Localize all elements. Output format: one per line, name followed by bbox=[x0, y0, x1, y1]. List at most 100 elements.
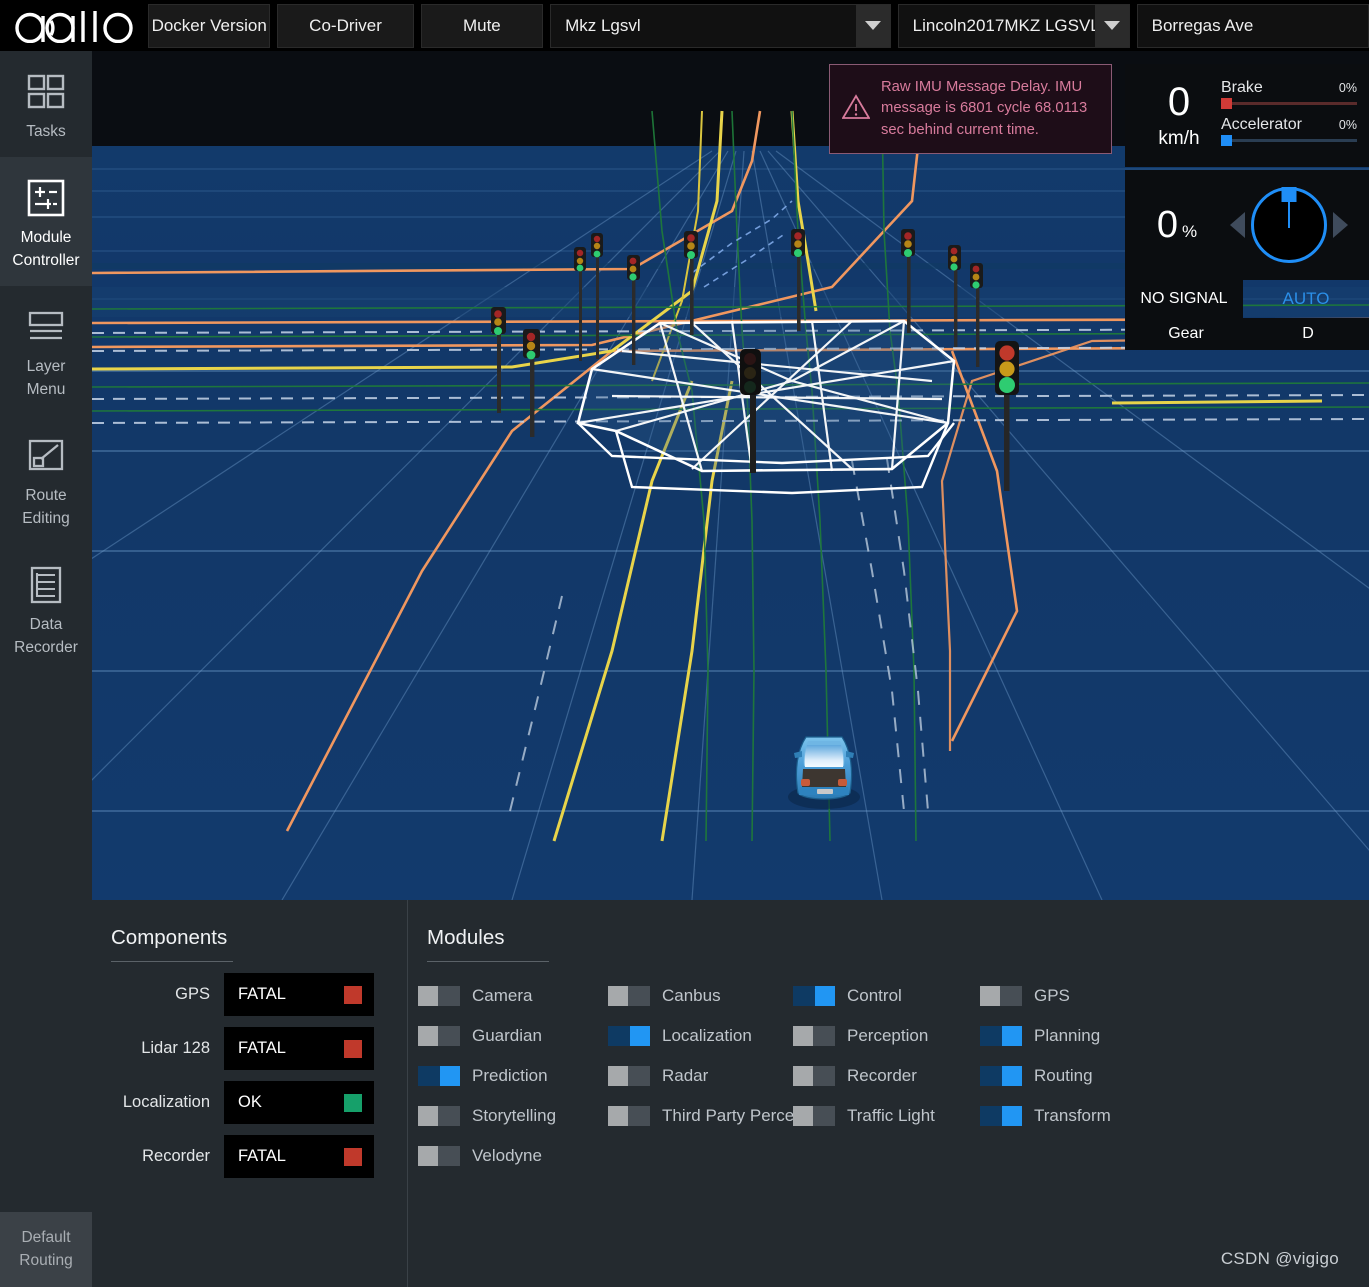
module-toggle-guardian[interactable]: Guardian bbox=[418, 1026, 608, 1046]
accelerator-knob bbox=[1221, 134, 1232, 146]
toggle-switch-icon[interactable] bbox=[793, 986, 835, 1006]
module-toggle-storytelling[interactable]: Storytelling bbox=[418, 1106, 608, 1126]
module-toggle-canbus[interactable]: Canbus bbox=[608, 986, 793, 1006]
module-toggle-camera[interactable]: Camera bbox=[418, 986, 608, 1006]
driving-mode-status: AUTO bbox=[1282, 289, 1330, 308]
toggle-switch-icon[interactable] bbox=[980, 1066, 1022, 1086]
toggle-switch-icon[interactable] bbox=[980, 1106, 1022, 1126]
component-row: Localization OK bbox=[92, 1081, 407, 1124]
module-label: Planning bbox=[1034, 1026, 1101, 1045]
module-label: Velodyne bbox=[472, 1146, 542, 1165]
toggle-switch-icon[interactable] bbox=[418, 1106, 460, 1126]
chevron-down-icon[interactable] bbox=[1094, 4, 1129, 47]
sidebar-item-route-editing[interactable]: Route Editing bbox=[0, 415, 92, 544]
toggle-switch-icon[interactable] bbox=[793, 1106, 835, 1126]
toggle-track bbox=[438, 986, 460, 1006]
module-label: Control bbox=[847, 986, 902, 1005]
route-icon bbox=[24, 433, 68, 479]
toggle-switch-icon[interactable] bbox=[980, 986, 1022, 1006]
chevron-down-icon[interactable] bbox=[855, 4, 890, 47]
toggle-track bbox=[628, 1106, 650, 1126]
sidebar-item-data-recorder[interactable]: Data Recorder bbox=[0, 544, 92, 673]
toggle-switch-icon[interactable] bbox=[608, 1066, 650, 1086]
toggle-knob bbox=[440, 1066, 460, 1086]
map-select[interactable]: Mkz Lgsvl bbox=[550, 3, 891, 48]
module-label: Localization bbox=[662, 1026, 752, 1045]
module-toggle-planning[interactable]: Planning bbox=[980, 1026, 1100, 1046]
toggle-switch-icon[interactable] bbox=[980, 1026, 1022, 1046]
toggle-switch-icon[interactable] bbox=[418, 1026, 460, 1046]
module-toggle-recorder[interactable]: Recorder bbox=[793, 1066, 980, 1086]
toggle-switch-icon[interactable] bbox=[793, 1026, 835, 1046]
mute-button[interactable]: Mute bbox=[420, 3, 544, 48]
module-toggle-traffic-light[interactable]: Traffic Light bbox=[793, 1106, 980, 1126]
module-label: Traffic Light bbox=[847, 1106, 935, 1125]
module-toggle-routing[interactable]: Routing bbox=[980, 1066, 1093, 1086]
sidebar: Tasks Module Controller Layer Menu Route… bbox=[0, 51, 92, 1287]
toggle-knob bbox=[608, 1066, 628, 1086]
default-routing-button[interactable]: Default Routing bbox=[0, 1212, 92, 1287]
toggle-track bbox=[418, 1066, 440, 1086]
toggle-track bbox=[628, 1066, 650, 1086]
toggle-switch-icon[interactable] bbox=[418, 1146, 460, 1166]
status-indicator bbox=[344, 1147, 362, 1166]
gear-label: Gear bbox=[1168, 325, 1204, 342]
toggle-knob bbox=[418, 1106, 438, 1126]
brake-row: Brake 0% bbox=[1221, 79, 1357, 97]
scene-viewport[interactable]: Raw IMU Message Delay. IMU message is 68… bbox=[92, 51, 1369, 900]
toggle-switch-icon[interactable] bbox=[608, 986, 650, 1006]
module-toggle-prediction[interactable]: Prediction bbox=[418, 1066, 608, 1086]
status-indicator bbox=[344, 985, 362, 1004]
steering-wheel-icon bbox=[1251, 187, 1327, 263]
toggle-switch-icon[interactable] bbox=[418, 986, 460, 1006]
toggle-knob bbox=[1002, 1026, 1022, 1046]
module-toggle-radar[interactable]: Radar bbox=[608, 1066, 793, 1086]
toggle-track bbox=[813, 1066, 835, 1086]
toggle-switch-icon[interactable] bbox=[418, 1066, 460, 1086]
component-status-badge: FATAL bbox=[224, 1027, 374, 1070]
layers-icon bbox=[24, 304, 68, 350]
sidebar-item-module-controller[interactable]: Module Controller bbox=[0, 157, 92, 287]
module-label: Canbus bbox=[662, 986, 721, 1005]
speed-readout: 0 km/h bbox=[1137, 82, 1221, 150]
co-driver-button[interactable]: Co-Driver bbox=[277, 3, 414, 48]
vehicle-select-value: Lincoln2017MKZ LGSVL bbox=[912, 15, 1095, 35]
module-toggle-gps[interactable]: GPS bbox=[980, 986, 1070, 1006]
toggle-switch-icon[interactable] bbox=[608, 1026, 650, 1046]
module-label: Storytelling bbox=[472, 1106, 557, 1125]
components-title: Components bbox=[111, 926, 228, 949]
module-toggle-localization[interactable]: Localization bbox=[608, 1026, 793, 1046]
gear-row: Gear D bbox=[1125, 318, 1369, 350]
module-toggle-transform[interactable]: Transform bbox=[980, 1106, 1111, 1126]
steering-readout: 0% bbox=[1135, 204, 1219, 247]
modules-row: Camera Canbus Control GPS bbox=[418, 976, 1369, 1016]
module-toggle-third-party-perception[interactable]: Third Party Perception bbox=[608, 1106, 831, 1126]
modules-title: Modules bbox=[427, 926, 505, 949]
module-label: Radar bbox=[662, 1066, 709, 1085]
module-toggle-velodyne[interactable]: Velodyne bbox=[418, 1146, 542, 1166]
apollo-dreamview-app: Docker Version Co-Driver Mute Mkz Lgsvl … bbox=[0, 0, 1369, 1287]
component-status-badge: FATAL bbox=[224, 973, 374, 1016]
module-toggle-perception[interactable]: Perception bbox=[793, 1026, 980, 1046]
component-name: Recorder bbox=[142, 1147, 210, 1165]
warning-triangle-icon bbox=[841, 93, 871, 125]
toggle-knob bbox=[793, 1106, 813, 1126]
module-label: Recorder bbox=[847, 1066, 917, 1085]
component-row: Recorder FATAL bbox=[92, 1135, 407, 1178]
speed-unit: km/h bbox=[1158, 127, 1200, 149]
docker-version-button[interactable]: Docker Version bbox=[148, 3, 271, 48]
module-label: Transform bbox=[1034, 1106, 1111, 1125]
toggle-knob bbox=[608, 986, 628, 1006]
toggle-switch-icon[interactable] bbox=[608, 1106, 650, 1126]
dashboard-panel: 0 km/h Brake 0% Accelerator 0% 0 % NO SI… bbox=[1125, 64, 1369, 350]
gear-value: D bbox=[1302, 325, 1314, 342]
sidebar-item-layer-menu[interactable]: Layer Menu bbox=[0, 286, 92, 415]
module-toggle-control[interactable]: Control bbox=[793, 986, 980, 1006]
component-row: Lidar 128 FATAL bbox=[92, 1027, 407, 1070]
toggle-switch-icon[interactable] bbox=[793, 1066, 835, 1086]
vehicle-select[interactable]: Lincoln2017MKZ LGSVL bbox=[897, 3, 1130, 48]
location-display[interactable]: Borregas Ave bbox=[1136, 3, 1369, 48]
sidebar-item-tasks[interactable]: Tasks bbox=[0, 51, 92, 157]
default-routing-label-2: Routing bbox=[19, 1251, 73, 1269]
toggle-knob bbox=[418, 1146, 438, 1166]
